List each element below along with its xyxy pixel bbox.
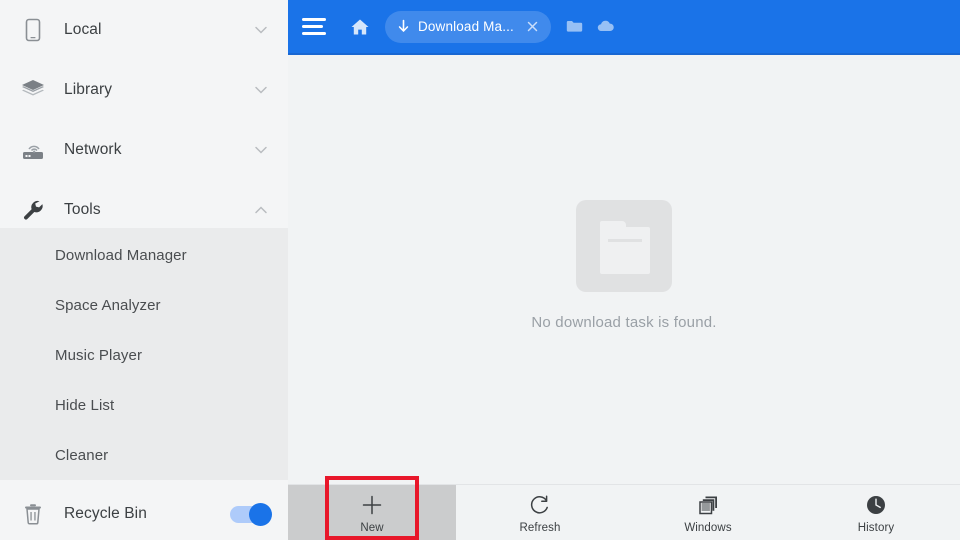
sidebar-item-label: Network xyxy=(64,141,122,158)
chevron-up-icon[interactable] xyxy=(252,201,270,219)
empty-folder-icon xyxy=(576,200,672,292)
sidebar-item-network[interactable]: Network xyxy=(0,120,288,180)
chevron-down-icon[interactable] xyxy=(252,21,270,39)
clock-icon xyxy=(863,492,889,518)
sidebar-item-local[interactable]: Local xyxy=(0,0,288,60)
refresh-icon xyxy=(527,492,553,518)
chevron-down-icon[interactable] xyxy=(252,81,270,99)
empty-state-message: No download task is found. xyxy=(531,314,717,331)
hamburger-line xyxy=(302,18,326,21)
download-arrow-icon xyxy=(395,18,412,35)
history-button-label: History xyxy=(857,522,895,534)
submenu-item-label: Space Analyzer xyxy=(55,296,161,314)
sidebar-item-label: Recycle Bin xyxy=(64,505,147,522)
submenu-item-download-manager[interactable]: Download Manager xyxy=(0,230,288,280)
app-root: Local Library Network Tools Download Man… xyxy=(0,0,960,540)
windows-button-label: Windows xyxy=(684,522,732,534)
toggle-knob xyxy=(249,502,272,526)
phone-icon xyxy=(18,15,48,45)
sidebar-item-recycle-bin[interactable]: Recycle Bin xyxy=(0,488,288,540)
chevron-down-icon[interactable] xyxy=(252,141,270,159)
submenu-item-cleaner[interactable]: Cleaner xyxy=(0,430,288,480)
recycle-bin-toggle[interactable] xyxy=(230,502,272,526)
bottom-toolbar: New Refresh Windows History xyxy=(288,484,960,540)
submenu-item-hide-list[interactable]: Hide List xyxy=(0,380,288,430)
refresh-button[interactable]: Refresh xyxy=(492,485,588,540)
folder-body-shape xyxy=(600,227,650,274)
sidebar-item-label: Local xyxy=(64,21,102,38)
new-button[interactable]: New xyxy=(324,485,420,540)
folder-icon[interactable] xyxy=(561,13,589,41)
history-button[interactable]: History xyxy=(828,485,924,540)
submenu-item-music-player[interactable]: Music Player xyxy=(0,330,288,380)
submenu-item-label: Music Player xyxy=(55,346,143,364)
submenu-item-label: Download Manager xyxy=(55,246,187,264)
windows-stack-icon xyxy=(695,492,721,518)
new-button-label: New xyxy=(360,522,384,534)
home-icon[interactable] xyxy=(346,13,374,41)
sidebar-item-library[interactable]: Library xyxy=(0,60,288,120)
tab-title: Download Ma... xyxy=(418,19,514,34)
sidebar: Local Library Network Tools Download Man… xyxy=(0,0,288,540)
wrench-icon xyxy=(18,195,48,225)
close-icon[interactable] xyxy=(522,16,544,38)
hamburger-line xyxy=(302,25,323,28)
top-header-bar: Download Ma... xyxy=(288,0,960,55)
windows-button[interactable]: Windows xyxy=(660,485,756,540)
tab-download-manager[interactable]: Download Ma... xyxy=(385,10,551,43)
cloud-icon[interactable] xyxy=(592,13,620,41)
content-area: No download task is found. xyxy=(288,55,960,484)
hamburger-line xyxy=(302,32,326,35)
plus-icon xyxy=(359,492,385,518)
submenu-item-label: Cleaner xyxy=(55,446,109,464)
trash-icon xyxy=(18,499,48,529)
layers-icon xyxy=(18,75,48,105)
sidebar-item-label: Library xyxy=(64,81,113,98)
empty-state: No download task is found. xyxy=(288,200,960,331)
submenu-item-label: Hide List xyxy=(55,396,115,414)
sidebar-item-label: Tools xyxy=(64,201,101,218)
refresh-button-label: Refresh xyxy=(519,522,561,534)
submenu-item-space-analyzer[interactable]: Space Analyzer xyxy=(0,280,288,330)
router-icon xyxy=(18,135,48,165)
hamburger-icon[interactable] xyxy=(298,10,332,44)
